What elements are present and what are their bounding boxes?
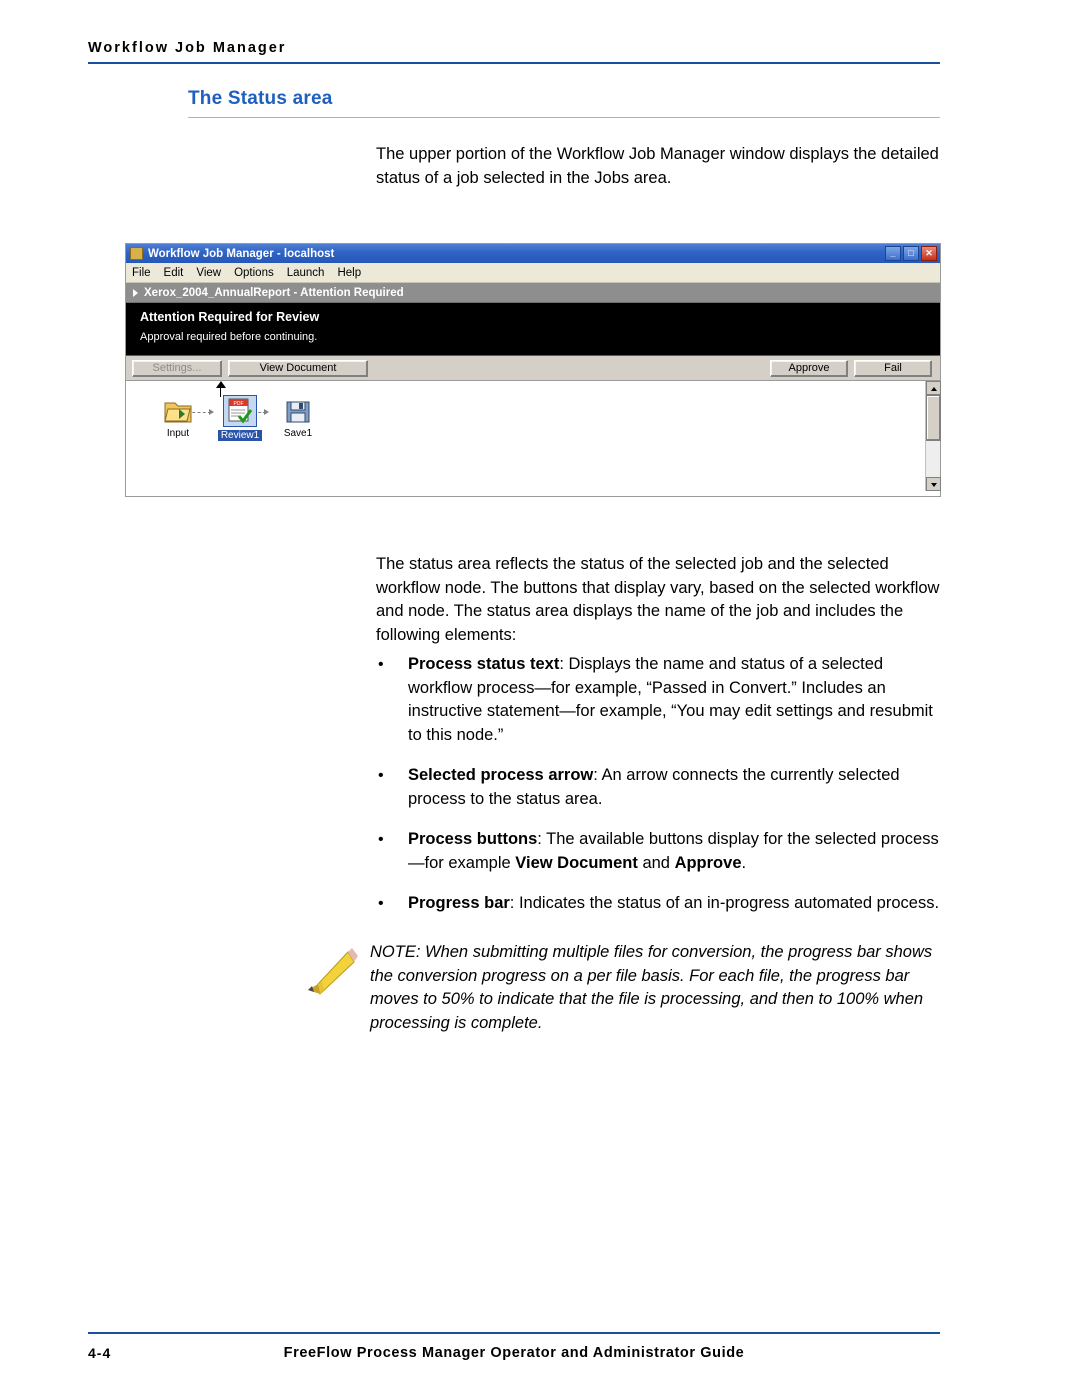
floppy-disk-icon: [283, 399, 313, 425]
note-label: NOTE:: [370, 943, 421, 961]
app-icon: [130, 247, 143, 260]
canvas-scrollbar[interactable]: [925, 381, 941, 491]
body-paragraph: The status area reflects the status of t…: [376, 555, 940, 644]
approve-button[interactable]: Approve: [770, 359, 848, 377]
window-title: Workflow Job Manager - localhost: [148, 247, 335, 260]
menu-item-options[interactable]: Options: [234, 267, 274, 279]
footer-title: FreeFlow Process Manager Operator and Ad…: [283, 1345, 745, 1361]
folder-icon: [163, 399, 193, 425]
status-title: Attention Required for Review: [140, 310, 320, 324]
selection-highlight: PDF: [223, 395, 257, 427]
window-controls: _ □ ✕: [885, 246, 937, 261]
selected-process-arrow: [216, 381, 226, 388]
section-rule: [188, 117, 940, 118]
menu-item-view[interactable]: View: [196, 267, 221, 279]
menu-bar: File Edit View Options Launch Help: [126, 263, 940, 283]
workflow-canvas: Input PDF Review1 Save1: [126, 381, 941, 491]
menu-item-edit[interactable]: Edit: [164, 267, 184, 279]
workflow-node-input-label: Input: [166, 428, 190, 439]
minimize-button[interactable]: _: [885, 246, 901, 261]
bullet-marker: •: [378, 895, 384, 912]
workflow-job-manager-screenshot: Workflow Job Manager - localhost _ □ ✕ F…: [125, 243, 941, 497]
pdf-check-icon: PDF: [226, 398, 254, 424]
bullet-lead: Progress bar: [408, 894, 510, 912]
maximize-button[interactable]: □: [903, 246, 919, 261]
status-subtitle: Approval required before continuing.: [140, 331, 318, 343]
pencil-icon: [300, 944, 364, 1000]
bullet-bold-view-document: View Document: [515, 853, 638, 872]
workflow-node-save1-label: Save1: [283, 428, 313, 439]
footer-rule: [88, 1332, 940, 1334]
chevron-right-icon: [133, 288, 138, 297]
list-item: • Process status text: Displays the name…: [376, 653, 951, 747]
bullet-marker: •: [378, 767, 384, 784]
workflow-node-review1[interactable]: PDF Review1: [208, 395, 272, 441]
header-title: Workflow Job Manager: [88, 40, 287, 56]
breadcrumb[interactable]: Xerox_2004_AnnualReport - Attention Requ…: [126, 283, 940, 303]
page-header: Workflow Job Manager: [88, 40, 940, 64]
menu-item-launch[interactable]: Launch: [287, 267, 325, 279]
process-button-row: Settings... View Document Approve Fail: [126, 356, 940, 381]
note-block: NOTE: When submitting multiple files for…: [370, 941, 948, 1035]
menu-item-help[interactable]: Help: [337, 267, 361, 279]
workflow-node-review1-label: Review1: [217, 430, 263, 441]
breadcrumb-label: Xerox_2004_AnnualReport - Attention Requ…: [144, 286, 404, 299]
list-item: • Selected process arrow: An arrow conne…: [376, 764, 951, 811]
bullet-text-2: and: [637, 853, 675, 872]
bullet-marker: •: [378, 656, 384, 673]
bullet-list: • Process status text: Displays the name…: [376, 653, 951, 933]
bullet-lead: Process buttons: [408, 830, 538, 848]
fail-button[interactable]: Fail: [854, 359, 932, 377]
bullet-lead: Process status text: [408, 655, 560, 673]
workflow-node-input[interactable]: Input: [148, 399, 208, 439]
bullet-text-3: .: [741, 853, 747, 872]
svg-text:PDF: PDF: [234, 401, 244, 407]
section-title: The Status area: [188, 88, 333, 109]
status-area: Attention Required for Review Approval r…: [126, 303, 940, 356]
scrollbar-thumb[interactable]: [926, 395, 941, 441]
close-button[interactable]: ✕: [921, 246, 937, 261]
menu-item-file[interactable]: File: [132, 267, 151, 279]
list-item: • Process buttons: The available buttons…: [376, 828, 951, 875]
bullet-marker: •: [378, 831, 384, 848]
workflow-node-save1[interactable]: Save1: [268, 399, 328, 439]
section-heading: The Status area: [188, 88, 940, 118]
scroll-up-arrow-icon[interactable]: [926, 381, 941, 395]
note-text: When submitting multiple files for conve…: [370, 943, 933, 1032]
view-document-button[interactable]: View Document: [228, 359, 368, 377]
scroll-down-arrow-icon[interactable]: [926, 477, 941, 491]
window-titlebar: Workflow Job Manager - localhost _ □ ✕: [126, 244, 940, 263]
bullet-lead: Selected process arrow: [408, 766, 594, 784]
list-item: • Progress bar: Indicates the status of …: [376, 892, 951, 916]
header-rule: [88, 62, 940, 64]
intro-paragraph: The upper portion of the Workflow Job Ma…: [376, 145, 939, 187]
settings-button[interactable]: Settings...: [132, 359, 222, 377]
bullet-bold-approve: Approve: [674, 853, 742, 872]
bullet-text: : Indicates the status of an in-progress…: [509, 894, 940, 912]
